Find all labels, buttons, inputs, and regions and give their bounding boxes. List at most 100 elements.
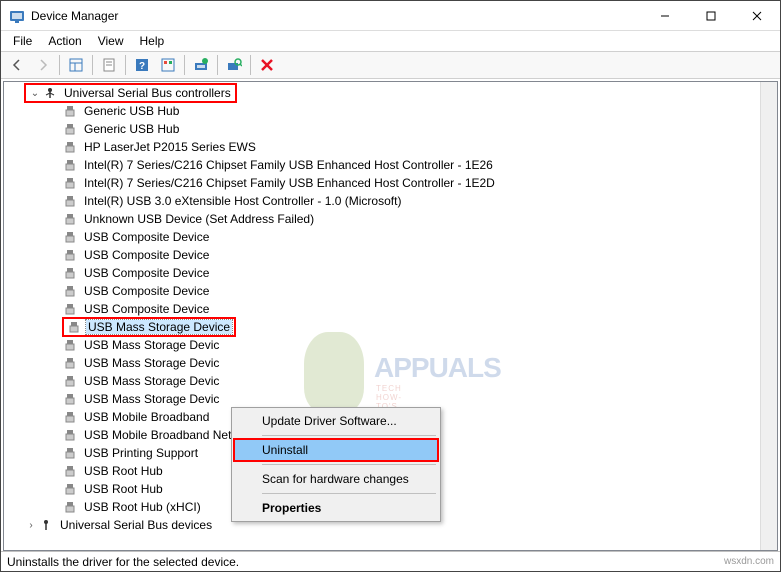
tree-label: Universal Serial Bus controllers xyxy=(62,86,233,100)
tree-item-selected[interactable]: USB Mass Storage Device xyxy=(4,318,777,336)
usb-device-icon xyxy=(62,283,78,299)
tree-label: Intel(R) 7 Series/C216 Chipset Family US… xyxy=(82,176,497,190)
tree-label: Universal Serial Bus devices xyxy=(58,518,214,532)
ctx-uninstall[interactable]: Uninstall xyxy=(234,439,438,461)
forward-button[interactable] xyxy=(31,53,55,77)
tree-item[interactable]: USB Mass Storage Devic xyxy=(4,336,777,354)
tree-item[interactable]: Intel(R) 7 Series/C216 Chipset Family US… xyxy=(4,156,777,174)
toolbar-separator xyxy=(184,55,185,75)
tree-item[interactable]: Intel(R) 7 Series/C216 Chipset Family US… xyxy=(4,174,777,192)
menu-action[interactable]: Action xyxy=(40,32,89,50)
usb-device-icon xyxy=(62,445,78,461)
toolbar-separator xyxy=(59,55,60,75)
tree-label: Intel(R) USB 3.0 eXtensible Host Control… xyxy=(82,194,403,208)
close-button[interactable] xyxy=(734,1,780,31)
menu-view[interactable]: View xyxy=(90,32,132,50)
toolbar-separator xyxy=(250,55,251,75)
view-button[interactable] xyxy=(156,53,180,77)
usb-device-icon xyxy=(62,355,78,371)
update-driver-button[interactable] xyxy=(189,53,213,77)
tree-item[interactable]: Intel(R) USB 3.0 eXtensible Host Control… xyxy=(4,192,777,210)
toolbar-separator xyxy=(125,55,126,75)
usb-device-icon xyxy=(62,391,78,407)
usb-device-icon xyxy=(62,499,78,515)
tree-item[interactable]: USB Composite Device xyxy=(4,300,777,318)
tree-item[interactable]: USB Mass Storage Devic xyxy=(4,372,777,390)
context-menu: Update Driver Software... Uninstall Scan… xyxy=(231,407,441,522)
usb-device-icon xyxy=(62,103,78,119)
vertical-scrollbar[interactable] xyxy=(760,82,777,550)
tree-item[interactable]: USB Composite Device xyxy=(4,282,777,300)
tree-label: Generic USB Hub xyxy=(82,104,181,118)
usb-device-icon xyxy=(62,229,78,245)
tree-label: USB Mass Storage Devic xyxy=(82,374,221,388)
ctx-update-driver[interactable]: Update Driver Software... xyxy=(234,410,438,432)
minimize-button[interactable] xyxy=(642,1,688,31)
ctx-properties[interactable]: Properties xyxy=(234,497,438,519)
titlebar: Device Manager xyxy=(1,1,780,31)
usb-device-icon xyxy=(62,157,78,173)
usb-device-icon xyxy=(62,409,78,425)
tree-label: USB Root Hub xyxy=(82,464,165,478)
tree-item[interactable]: USB Composite Device xyxy=(4,228,777,246)
menu-help[interactable]: Help xyxy=(132,32,173,50)
tree-label: USB Composite Device xyxy=(82,284,211,298)
tree-label: USB Composite Device xyxy=(82,248,211,262)
tree-label: HP LaserJet P2015 Series EWS xyxy=(82,140,258,154)
properties-button[interactable] xyxy=(97,53,121,77)
show-hide-console-button[interactable] xyxy=(64,53,88,77)
tree-item[interactable]: USB Mass Storage Devic xyxy=(4,390,777,408)
tree-item[interactable]: Generic USB Hub xyxy=(4,102,777,120)
tree-item[interactable]: Generic USB Hub xyxy=(4,120,777,138)
menubar: File Action View Help xyxy=(1,31,780,51)
usb-device-icon xyxy=(62,265,78,281)
tree-label: USB Mobile Broadband xyxy=(82,410,211,424)
tree-label: USB Root Hub (xHCI) xyxy=(82,500,203,514)
expand-toggle[interactable]: › xyxy=(24,520,38,531)
usb-device-icon xyxy=(62,427,78,443)
tree-label: USB Printing Support xyxy=(82,446,200,460)
tree-category-usb-controllers[interactable]: ⌄ Universal Serial Bus controllers xyxy=(4,84,777,102)
tree-item[interactable]: USB Composite Device xyxy=(4,264,777,282)
expand-toggle[interactable]: ⌄ xyxy=(28,88,42,99)
tree-label: USB Composite Device xyxy=(82,302,211,316)
maximize-button[interactable] xyxy=(688,1,734,31)
brand-watermark: wsxdn.com xyxy=(724,556,774,567)
usb-device-icon xyxy=(62,373,78,389)
svg-text:?: ? xyxy=(139,61,145,72)
usb-device-icon xyxy=(62,193,78,209)
tree-label: USB Mass Storage Devic xyxy=(82,392,221,406)
uninstall-button[interactable] xyxy=(255,53,279,77)
device-tree-container: APPUALS TECH HOW-TO'S FROM THE EXPERTS ⌄… xyxy=(3,81,778,551)
usb-device-icon xyxy=(62,175,78,191)
tree-label: USB Composite Device xyxy=(82,230,211,244)
scan-hardware-button[interactable] xyxy=(222,53,246,77)
tree-item[interactable]: HP LaserJet P2015 Series EWS xyxy=(4,138,777,156)
tree-label: Generic USB Hub xyxy=(82,122,181,136)
usb-device-icon xyxy=(62,247,78,263)
statusbar: Uninstalls the driver for the selected d… xyxy=(1,551,780,571)
usb-device-icon xyxy=(62,121,78,137)
toolbar: ? xyxy=(1,51,780,79)
usb-device-icon xyxy=(62,139,78,155)
ctx-scan[interactable]: Scan for hardware changes xyxy=(234,468,438,490)
app-icon xyxy=(9,8,25,24)
context-menu-separator xyxy=(262,464,436,465)
usb-device-icon xyxy=(62,211,78,227)
tree-label: Unknown USB Device (Set Address Failed) xyxy=(82,212,316,226)
context-menu-separator xyxy=(262,493,436,494)
status-text: Uninstalls the driver for the selected d… xyxy=(7,555,239,569)
tree-item[interactable]: Unknown USB Device (Set Address Failed) xyxy=(4,210,777,228)
toolbar-separator xyxy=(217,55,218,75)
back-button[interactable] xyxy=(5,53,29,77)
tree-item[interactable]: USB Composite Device xyxy=(4,246,777,264)
window-title: Device Manager xyxy=(31,9,642,23)
menu-file[interactable]: File xyxy=(5,32,40,50)
help-button[interactable]: ? xyxy=(130,53,154,77)
tree-item[interactable]: USB Mass Storage Devic xyxy=(4,354,777,372)
usb-icon xyxy=(42,85,58,101)
context-menu-separator xyxy=(262,435,436,436)
usb-device-icon xyxy=(62,481,78,497)
tree-label: USB Mass Storage Devic xyxy=(82,338,221,352)
tree-label: USB Root Hub xyxy=(82,482,165,496)
